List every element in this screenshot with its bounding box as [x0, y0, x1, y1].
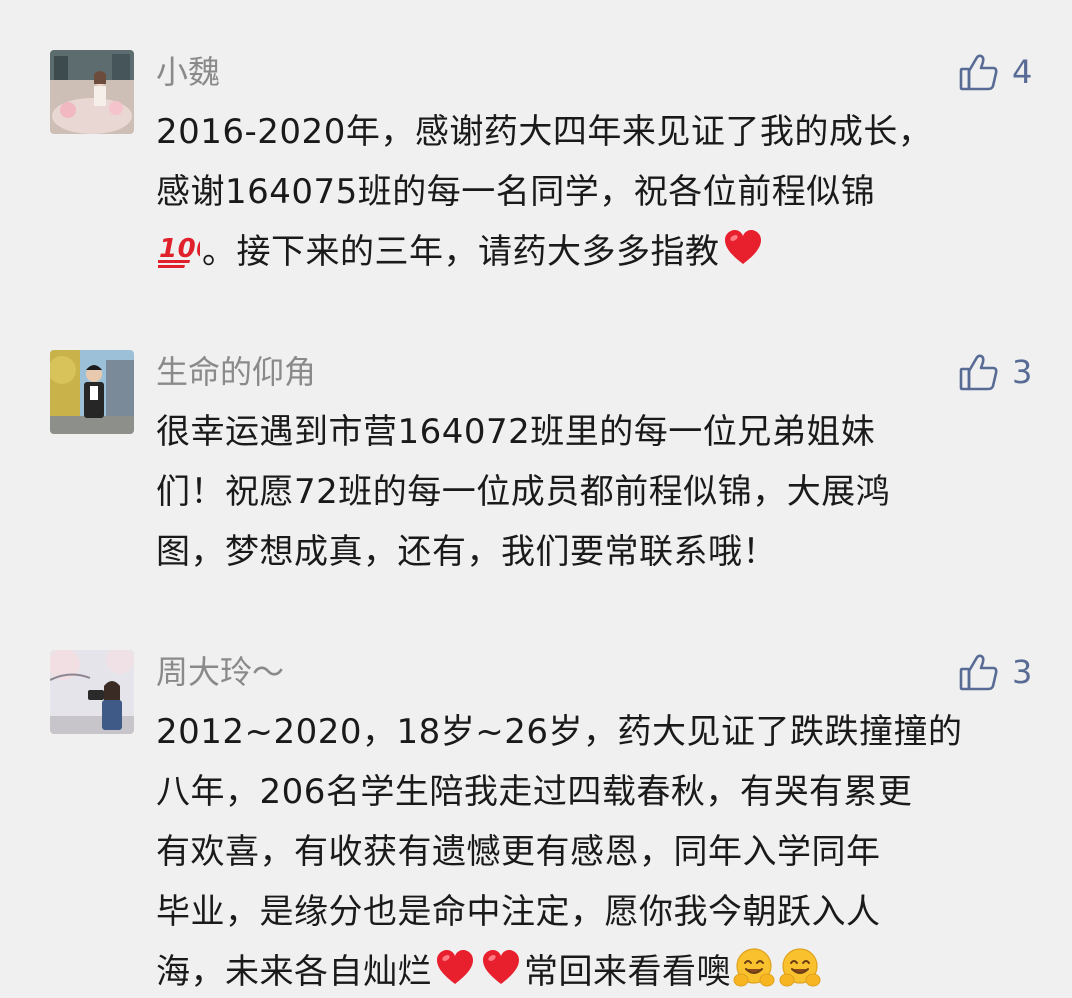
username[interactable]: 小魏: [156, 50, 220, 94]
red-heart-icon: [434, 947, 476, 989]
comment-line: 毕业，是缘分也是命中注定，愿你我今朝跃入人: [156, 892, 881, 932]
like-count: 3: [1012, 653, 1033, 691]
like-button[interactable]: 4: [958, 50, 1032, 94]
like-button[interactable]: 3: [958, 650, 1032, 694]
svg-text:100: 100: [159, 234, 200, 264]
like-button[interactable]: 3: [958, 350, 1032, 394]
like-count: 3: [1012, 353, 1033, 391]
comment-line: 2012~2020，18岁~26岁，药大见证了跌跌撞撞的: [156, 712, 963, 752]
thumbs-up-icon: [958, 651, 1000, 693]
username[interactable]: 周大玲～: [156, 650, 284, 694]
comment-line: 感谢164075班的每一名同学，祝各位前程似锦: [156, 172, 876, 212]
comment-line: 很幸运遇到市营164072班里的每一位兄弟姐妹: [156, 412, 876, 452]
comment-text: 2012~2020，18岁~26岁，药大见证了跌跌撞撞的 八年，206名学生陪我…: [156, 702, 1036, 998]
comment-text: 很幸运遇到市营164072班里的每一位兄弟姐妹 们！祝愿72班的每一位成员都前程…: [156, 402, 1036, 582]
red-heart-icon: [480, 947, 522, 989]
username[interactable]: 生命的仰角: [156, 350, 316, 394]
comment-text-segment: 海，未来各自灿烂: [156, 952, 432, 992]
comment-line: 八年，206名学生陪我走过四载春秋，有哭有累更: [156, 772, 913, 812]
avatar[interactable]: [50, 650, 134, 734]
red-heart-icon: [722, 227, 764, 269]
comment-line: 图，梦想成真，还有，我们要常联系哦！: [156, 532, 777, 572]
comment-line: 2016-2020年，感谢药大四年来见证了我的成长，: [156, 112, 933, 152]
comment-line: 们！祝愿72班的每一位成员都前程似锦，大展鸿: [156, 472, 891, 512]
comment-text: 2016-2020年，感谢药大四年来见证了我的成长， 感谢164075班的每一名…: [156, 102, 1036, 282]
comment-line: 海，未来各自灿烂 常回来看看噢: [156, 942, 1036, 998]
like-count: 4: [1012, 53, 1033, 91]
avatar[interactable]: [50, 350, 134, 434]
thumbs-up-icon: [958, 351, 1000, 393]
comment-list: 小魏 4 2016-2020年，感谢药大四年来见证了我的成长， 感谢164075…: [0, 0, 1072, 998]
thumbs-up-icon: [958, 51, 1000, 93]
hugging-face-icon: [733, 947, 775, 989]
comment-line: 有欢喜，有收获有遗憾更有感恩，同年入学同年: [156, 832, 881, 872]
comment-text-segment: 常回来看看噢: [524, 952, 731, 992]
avatar[interactable]: [50, 50, 134, 134]
hundred-points-icon: 100: [158, 227, 200, 269]
comment-text-segment: 。接下来的三年，请药大多多指教: [202, 232, 720, 272]
comment-line: 100 。接下来的三年，请药大多多指教: [156, 222, 1036, 282]
hugging-face-icon: [779, 947, 821, 989]
